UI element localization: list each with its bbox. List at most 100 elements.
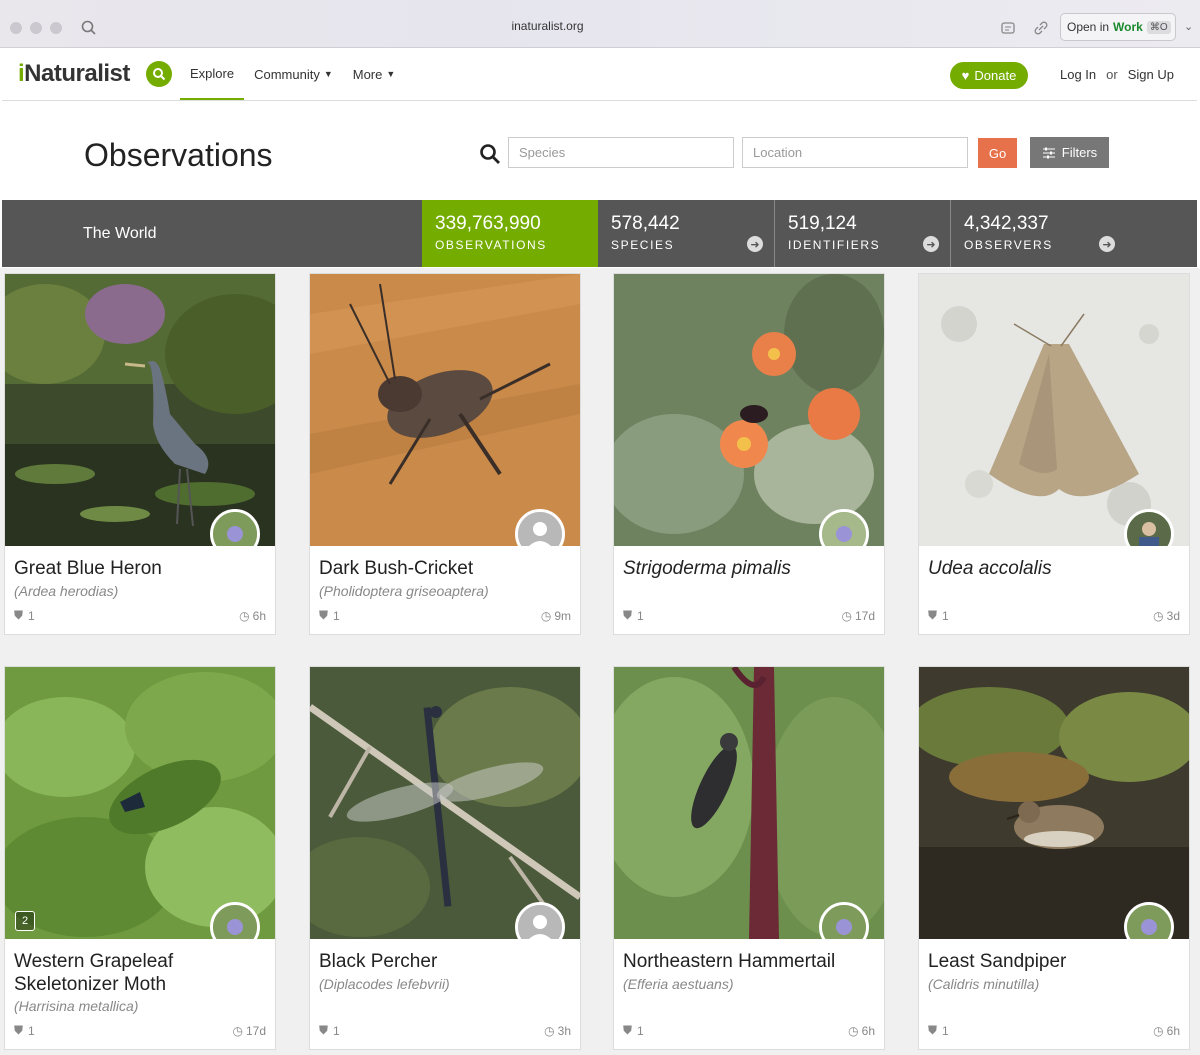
identification-icon: ⛊ [623,1023,633,1037]
browser-toolbar: inaturalist.org Open in Work ⌘O ⌄ [0,0,1200,48]
clock-icon: ◷ [1153,1023,1164,1038]
observation-card[interactable]: 2 Western Grapeleaf Skeletonizer Moth (H… [4,666,276,1050]
clock-icon: ◷ [232,1023,243,1038]
arrow-right-icon: ➜ [1099,236,1115,252]
search-icon [153,68,166,81]
heart-icon: ♥ [961,68,970,83]
scientific-name: (Diplacodes lefebvrii) [319,976,450,992]
observation-card[interactable]: Northeastern Hammertail (Efferia aestuan… [613,666,885,1050]
observation-meta: ⛊ 1 ◷ 17d [623,608,875,623]
donate-button[interactable]: ♥ Donate [950,62,1028,89]
clock-icon: ◷ [544,1023,555,1038]
chevron-down-icon: ▼ [323,69,333,79]
clock-icon: ◷ [848,1023,859,1038]
common-name[interactable]: Western Grapeleaf Skeletonizer Moth [14,950,264,996]
shortcut-hint: ⌘O [1146,20,1171,34]
species-input[interactable]: Species [508,137,734,168]
observation-meta: ⛊ 1 ◷ 6h [14,608,266,623]
open-in-label: Open in [1067,20,1110,34]
scientific-name: (Pholidoptera griseoaptera) [319,583,489,599]
common-name[interactable]: Dark Bush-Cricket [319,557,473,580]
site-header: iNaturalist Explore Community ▼ More ▼ ♥ D… [2,48,1197,101]
auth-links: Log In or Sign Up [1060,67,1174,82]
nav-more[interactable]: More ▼ [343,48,406,100]
observation-card[interactable]: Udea accolalis ⛊ 1 ◷ 3d [918,273,1190,635]
common-name[interactable]: Strigoderma pimalis [623,557,791,580]
observation-meta: ⛊ 1 ◷ 6h [623,1023,875,1038]
observation-card[interactable]: Black Percher (Diplacodes lefebvrii) ⛊ 1 … [309,666,581,1050]
nav-explore[interactable]: Explore [180,48,245,100]
identification-icon: ⛊ [928,608,938,622]
scientific-name: (Calidris minutilla) [928,976,1040,992]
photo-count-badge: 2 [15,911,35,931]
default-user-icon [518,512,562,546]
stat-identifiers[interactable]: 519,124 IDENTIFIERS ➜ [774,200,949,267]
default-user-icon [518,905,562,939]
common-name[interactable]: Great Blue Heron [14,557,162,580]
or-label: or [1106,67,1118,82]
stat-species[interactable]: 578,442 SPECIES ➜ [598,200,773,267]
filters-button[interactable]: Filters [1030,137,1109,168]
reader-mode-icon[interactable] [1000,19,1018,37]
observation-photo[interactable] [310,667,580,939]
common-name[interactable]: Black Percher [319,950,437,973]
open-in-work-button[interactable]: Open in Work ⌘O [1060,13,1176,41]
observation-meta: ⛊ 1 ◷ 17d [14,1023,266,1038]
common-name[interactable]: Northeastern Hammertail [623,950,835,973]
observation-card[interactable]: Great Blue Heron (Ardea herodias) ⛊ 1 ◷ 6h [4,273,276,635]
sliders-icon [1042,147,1055,158]
stat-observations[interactable]: 339,763,990 OBSERVATIONS [422,200,598,267]
observation-photo[interactable]: 2 [5,667,275,939]
clock-icon: ◷ [540,608,552,623]
identification-icon: ⛊ [623,608,633,622]
observation-photo[interactable] [614,667,884,939]
observation-meta: ⛊ 1 ◷ 3d [928,608,1180,623]
stat-observers[interactable]: 4,342,337 OBSERVERS ➜ [950,200,1125,267]
observation-card[interactable]: Strigoderma pimalis ⛊ 1 ◷ 17d [613,273,885,635]
chevron-down-icon: ▼ [386,69,396,79]
inaturalist-logo[interactable]: iNaturalist [18,60,130,88]
identification-icon: ⛊ [319,1023,329,1037]
observation-photo[interactable] [5,274,275,546]
search-icon [480,144,500,164]
common-name[interactable]: Udea accolalis [928,557,1052,580]
work-app-label: Work [1113,20,1143,34]
observation-photo[interactable] [919,274,1189,546]
login-link[interactable]: Log In [1060,67,1096,82]
observation-meta: ⛊ 1 ◷ 3h [319,1023,571,1038]
observation-meta: ⛊ 1 ◷ 6h [928,1023,1180,1038]
clock-icon: ◷ [1153,608,1164,623]
scientific-name: (Efferia aestuans) [623,976,734,992]
scientific-name: (Harrisina metallica) [14,998,139,1014]
link-icon[interactable] [1032,19,1050,37]
identification-icon: ⛊ [14,1023,24,1037]
observation-photo[interactable] [919,667,1189,939]
chevron-down-icon[interactable]: ⌄ [1184,20,1193,33]
scientific-name: (Ardea herodias) [14,583,119,599]
identification-icon: ⛊ [928,1023,938,1037]
clock-icon: ◷ [841,608,852,623]
observation-photo[interactable] [614,274,884,546]
identification-icon: ⛊ [319,608,329,622]
identification-icon: ⛊ [14,608,24,622]
location-input[interactable]: Location [742,137,968,168]
arrow-right-icon: ➜ [923,236,939,252]
common-name[interactable]: Least Sandpiper [928,950,1066,973]
header-search-button[interactable] [146,61,172,87]
stats-bar: The World 339,763,990 OBSERVATIONS 578,4… [2,200,1197,267]
title-row: Observations Species Location Go Filters [2,101,1197,200]
page-title: Observations [84,137,273,173]
observation-grid: Great Blue Heron (Ardea herodias) ⛊ 1 ◷ 6h [0,268,1200,1055]
main-nav: Explore Community ▼ More ▼ [180,48,405,100]
signup-link[interactable]: Sign Up [1128,67,1174,82]
go-button[interactable]: Go [978,138,1017,168]
clock-icon: ◷ [239,608,250,623]
observation-card[interactable]: Dark Bush-Cricket (Pholidoptera griseoap… [309,273,581,635]
place-name[interactable]: The World [83,225,157,243]
arrow-right-icon: ➜ [747,236,763,252]
observation-meta: ⛊ 1 ◷ 9m [319,608,571,623]
address-bar[interactable]: inaturalist.org [0,19,1095,33]
observation-card[interactable]: Least Sandpiper (Calidris minutilla) ⛊ 1 … [918,666,1190,1050]
nav-community[interactable]: Community ▼ [244,48,343,100]
observation-photo[interactable] [310,274,580,546]
